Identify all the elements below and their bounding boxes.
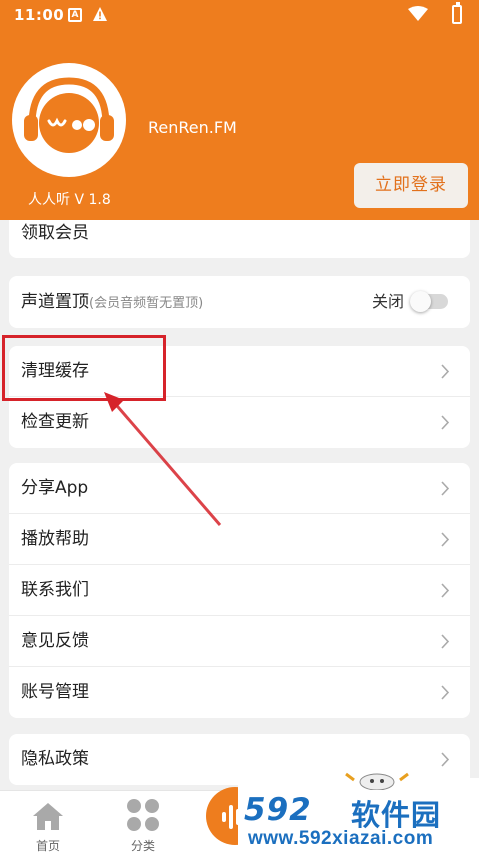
menu-item-label: 领取会员 <box>21 223 89 243</box>
menu-item-label: 账号管理 <box>21 682 89 702</box>
menu-item-feedback[interactable]: 意见反馈 <box>9 616 470 667</box>
wifi-icon <box>408 6 428 21</box>
menu-item-label: 声道置顶 <box>21 292 89 312</box>
battery-icon <box>452 2 462 24</box>
chevron-right-icon <box>441 634 450 649</box>
menu-item-channel-top: 声道置顶(会员音频暂无置顶) 关闭 <box>9 276 470 328</box>
app-name: RenRen.FM <box>148 118 237 137</box>
grid-icon <box>127 799 159 831</box>
app-logo <box>12 63 126 177</box>
help-card: 分享App 播放帮助 联系我们 意见反馈 账号管理 <box>9 463 470 718</box>
chevron-right-icon <box>441 364 450 379</box>
status-time: 11:00 <box>14 6 65 24</box>
tab-label: 分类 <box>130 839 155 853</box>
menu-item-label: 联系我们 <box>21 580 89 600</box>
menu-item-account-management[interactable]: 账号管理 <box>9 667 470 718</box>
tab-category[interactable]: 分类 <box>103 791 183 853</box>
menu-item-check-update[interactable]: 检查更新 <box>9 397 470 448</box>
menu-item-note: (会员音频暂无置顶) <box>89 296 204 311</box>
header-edge <box>0 208 479 220</box>
app-version: 人人听 V 1.8 <box>28 192 111 208</box>
watermark-url: www.592xiazai.com <box>248 828 434 849</box>
menu-item-label: 播放帮助 <box>21 529 89 549</box>
highlight-annotation <box>2 335 166 401</box>
profile-header: 11:00 A RenRen.FM 人人听 V 1.8 立即登录 <box>0 0 479 220</box>
watermark: 592 软件园 www.592xiazai.com <box>238 772 479 853</box>
notification-a-icon: A <box>68 8 82 22</box>
tab-home[interactable]: 首页 <box>8 791 88 853</box>
chevron-right-icon <box>441 415 450 430</box>
menu-item-contact-us[interactable]: 联系我们 <box>9 565 470 616</box>
warning-icon <box>93 7 107 21</box>
chevron-right-icon <box>441 481 450 496</box>
chevron-right-icon <box>441 583 450 598</box>
headphones-logo-icon <box>24 77 114 153</box>
channel-top-toggle[interactable] <box>410 291 448 312</box>
chevron-right-icon <box>441 752 450 767</box>
menu-item-label: 意见反馈 <box>21 631 89 651</box>
chevron-right-icon <box>441 532 450 547</box>
menu-item-label: 分享App <box>21 478 89 498</box>
login-button[interactable]: 立即登录 <box>354 163 468 208</box>
menu-item-label: 隐私政策 <box>21 749 89 769</box>
mascot-icon <box>345 772 409 790</box>
tab-label: 首页 <box>35 839 60 853</box>
toggle-state-label: 关闭 <box>371 292 404 311</box>
menu-item-share-app[interactable]: 分享App <box>9 463 470 514</box>
menu-item-label: 检查更新 <box>21 412 89 432</box>
channel-top-card: 声道置顶(会员音频暂无置顶) 关闭 <box>9 276 470 328</box>
status-bar: 11:00 A <box>0 0 479 30</box>
menu-item-play-help[interactable]: 播放帮助 <box>9 514 470 565</box>
watermark-number: 592 <box>244 792 312 828</box>
chevron-right-icon <box>441 685 450 700</box>
home-icon <box>33 803 63 830</box>
